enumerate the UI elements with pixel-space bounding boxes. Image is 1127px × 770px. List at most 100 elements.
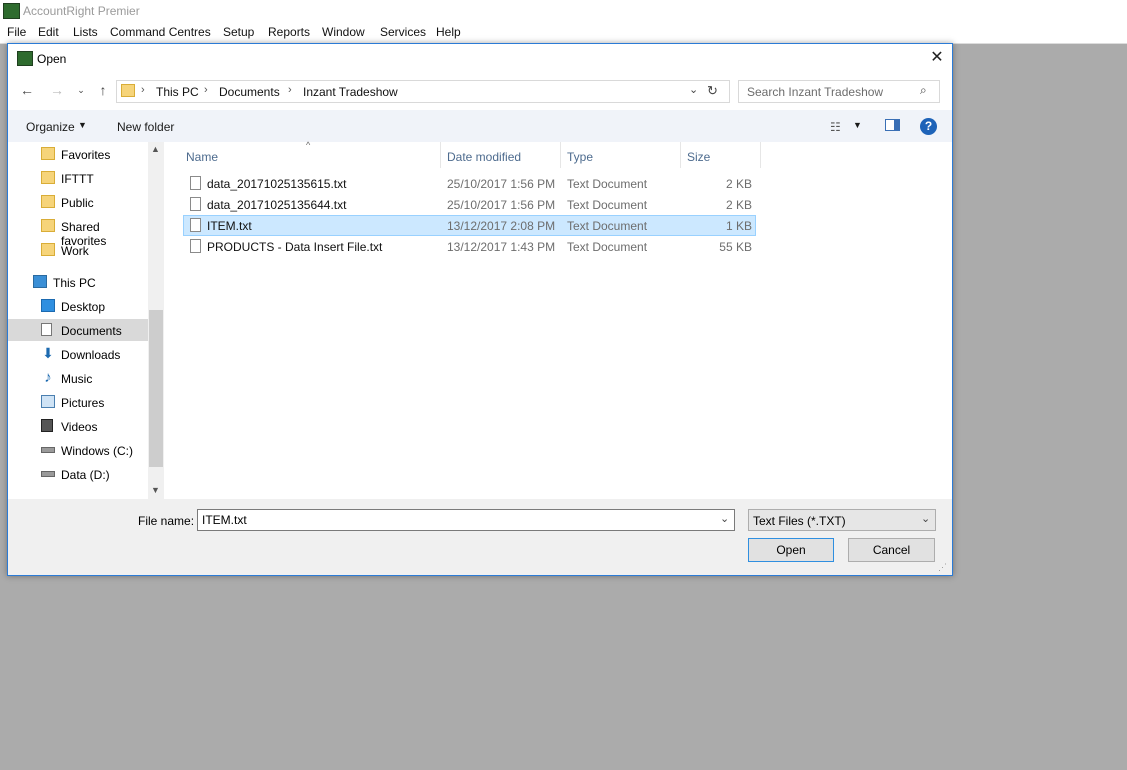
preview-pane-icon[interactable] bbox=[885, 119, 900, 131]
organize-dropdown-icon[interactable]: ▼ bbox=[78, 120, 87, 130]
file-date: 13/12/2017 2:08 PM bbox=[447, 219, 556, 233]
nav-item-label: Documents bbox=[61, 324, 122, 338]
file-name: data_20171025135644.txt bbox=[207, 198, 347, 212]
change-view-icon[interactable]: ☷ bbox=[830, 120, 841, 134]
nav-item-label: Windows (C:) bbox=[61, 444, 134, 458]
file-name: PRODUCTS - Data Insert File.txt bbox=[207, 240, 383, 254]
nav-item-label: Videos bbox=[61, 420, 98, 434]
file-size: 2 KB bbox=[725, 177, 752, 191]
file-size: 1 KB bbox=[725, 219, 752, 233]
menu-reports[interactable]: Reports bbox=[268, 25, 310, 39]
nav-item-windows-c[interactable]: Windows (C:) bbox=[8, 439, 148, 461]
file-type-dropdown-icon: ⌄ bbox=[921, 513, 931, 525]
file-type-value: Text Files (*.TXT) bbox=[753, 514, 846, 528]
nav-item-shared-favorites[interactable]: Shared favorites bbox=[8, 215, 148, 248]
dialog-title: Open bbox=[37, 52, 67, 66]
file-name-label: File name: bbox=[138, 514, 195, 528]
column-header-date-modified[interactable]: Date modified bbox=[447, 150, 521, 164]
open-dialog: Open ✕ ← → ⌄ ↑ › This PC › Documents › I… bbox=[7, 43, 953, 576]
breadcrumb-this-pc[interactable]: This PC bbox=[156, 85, 199, 99]
new-folder-button[interactable]: New folder bbox=[117, 120, 174, 134]
nav-item-work[interactable]: Work bbox=[8, 239, 148, 261]
nav-item-pictures[interactable]: Pictures bbox=[8, 391, 148, 413]
text-file-icon bbox=[190, 218, 201, 232]
file-size: 55 KB bbox=[719, 240, 752, 254]
column-header-name[interactable]: Name bbox=[186, 150, 218, 164]
desktop-icon bbox=[41, 299, 55, 312]
file-date: 25/10/2017 1:56 PM bbox=[447, 198, 556, 212]
breadcrumb-inzant-tradeshow[interactable]: Inzant Tradeshow bbox=[303, 85, 398, 99]
organize-button[interactable]: Organize bbox=[26, 120, 75, 134]
windows-drive-icon bbox=[41, 447, 55, 453]
nav-item-ifttt[interactable]: IFTTT bbox=[8, 167, 148, 189]
open-button[interactable]: Open bbox=[748, 538, 834, 562]
app-titlebar: AccountRight Premier bbox=[0, 0, 1127, 22]
breadcrumb-documents[interactable]: Documents bbox=[219, 85, 280, 99]
menu-lists[interactable]: Lists bbox=[73, 25, 98, 39]
file-date: 25/10/2017 1:56 PM bbox=[447, 177, 556, 191]
forward-arrow-icon[interactable]: → bbox=[48, 81, 66, 99]
address-bar[interactable]: › This PC › Documents › Inzant Tradeshow… bbox=[116, 80, 730, 103]
file-row[interactable]: PRODUCTS - Data Insert File.txt 13/12/20… bbox=[183, 236, 756, 257]
nav-item-public[interactable]: Public bbox=[8, 191, 148, 213]
nav-item-this-pc[interactable]: This PC bbox=[8, 271, 148, 293]
menu-help[interactable]: Help bbox=[436, 25, 461, 39]
dialog-app-icon bbox=[17, 51, 33, 66]
menu-bar: File Edit Lists Command Centres Setup Re… bbox=[0, 22, 1127, 44]
back-arrow-icon[interactable]: ← bbox=[18, 81, 36, 99]
videos-film-icon bbox=[41, 419, 53, 432]
breadcrumb-separator-icon: › bbox=[288, 84, 292, 96]
menu-edit[interactable]: Edit bbox=[38, 25, 59, 39]
close-icon[interactable]: ✕ bbox=[924, 47, 950, 69]
file-name-input[interactable] bbox=[197, 509, 735, 531]
address-dropdown-icon[interactable]: ⌄ bbox=[689, 83, 698, 96]
command-toolbar: Organize ▼ New folder ☷ ▼ bbox=[8, 110, 952, 142]
column-divider[interactable] bbox=[760, 142, 761, 168]
file-name-dropdown-icon[interactable]: ⌄ bbox=[720, 512, 729, 525]
nav-item-desktop[interactable]: Desktop bbox=[8, 295, 148, 317]
menu-services[interactable]: Services bbox=[380, 25, 426, 39]
column-divider[interactable] bbox=[560, 142, 561, 168]
nav-item-favorites[interactable]: Favorites bbox=[8, 143, 148, 165]
nav-item-data-d[interactable]: Data (D:) bbox=[8, 463, 148, 485]
file-row[interactable]: data_20171025135615.txt 25/10/2017 1:56 … bbox=[183, 173, 756, 194]
search-placeholder: Search Inzant Tradeshow bbox=[747, 85, 884, 99]
nav-item-downloads[interactable]: ⬇ Downloads bbox=[8, 343, 148, 365]
column-header-size[interactable]: Size bbox=[687, 150, 710, 164]
column-divider[interactable] bbox=[680, 142, 681, 168]
file-type-select[interactable]: Text Files (*.TXT) ⌄ bbox=[748, 509, 936, 531]
menu-setup[interactable]: Setup bbox=[223, 25, 254, 39]
scroll-up-icon[interactable]: ▲ bbox=[151, 144, 160, 154]
computer-icon bbox=[33, 275, 47, 288]
recent-locations-chevron-icon[interactable]: ⌄ bbox=[72, 81, 90, 99]
file-name: data_20171025135615.txt bbox=[207, 177, 347, 191]
nav-item-label: Data (D:) bbox=[61, 468, 110, 482]
resize-grip-icon[interactable]: ⋰ bbox=[938, 562, 947, 573]
breadcrumb-separator-icon: › bbox=[141, 84, 145, 96]
menu-command-centres[interactable]: Command Centres bbox=[110, 25, 211, 39]
search-icon[interactable]: ⌕ bbox=[920, 83, 927, 98]
app-logo-icon bbox=[3, 3, 20, 19]
column-header-type[interactable]: Type bbox=[567, 150, 593, 164]
file-row[interactable]: data_20171025135644.txt 25/10/2017 1:56 … bbox=[183, 194, 756, 215]
folder-icon bbox=[41, 171, 55, 184]
nav-item-music[interactable]: ♪ Music bbox=[8, 367, 148, 389]
search-box[interactable]: Search Inzant Tradeshow ⌕ bbox=[738, 80, 940, 103]
help-icon[interactable]: ? bbox=[920, 118, 937, 135]
column-divider[interactable] bbox=[440, 142, 441, 168]
menu-file[interactable]: File bbox=[7, 25, 26, 39]
sort-ascending-icon: ^ bbox=[306, 140, 311, 150]
nav-item-documents[interactable]: Documents bbox=[8, 319, 148, 341]
nav-item-videos[interactable]: Videos bbox=[8, 415, 148, 437]
folder-icon bbox=[41, 195, 55, 208]
cancel-button[interactable]: Cancel bbox=[848, 538, 935, 562]
nav-scrollbar-thumb[interactable] bbox=[149, 310, 163, 467]
refresh-icon[interactable]: ↻ bbox=[707, 83, 718, 99]
menu-window[interactable]: Window bbox=[322, 25, 365, 39]
text-file-icon bbox=[190, 239, 201, 253]
file-row-selected[interactable]: ITEM.txt 13/12/2017 2:08 PM Text Documen… bbox=[183, 215, 756, 236]
view-dropdown-icon[interactable]: ▼ bbox=[853, 120, 862, 130]
up-arrow-icon[interactable]: ↑ bbox=[94, 81, 112, 99]
file-type: Text Document bbox=[567, 177, 648, 191]
scroll-down-icon[interactable]: ▼ bbox=[151, 485, 160, 495]
